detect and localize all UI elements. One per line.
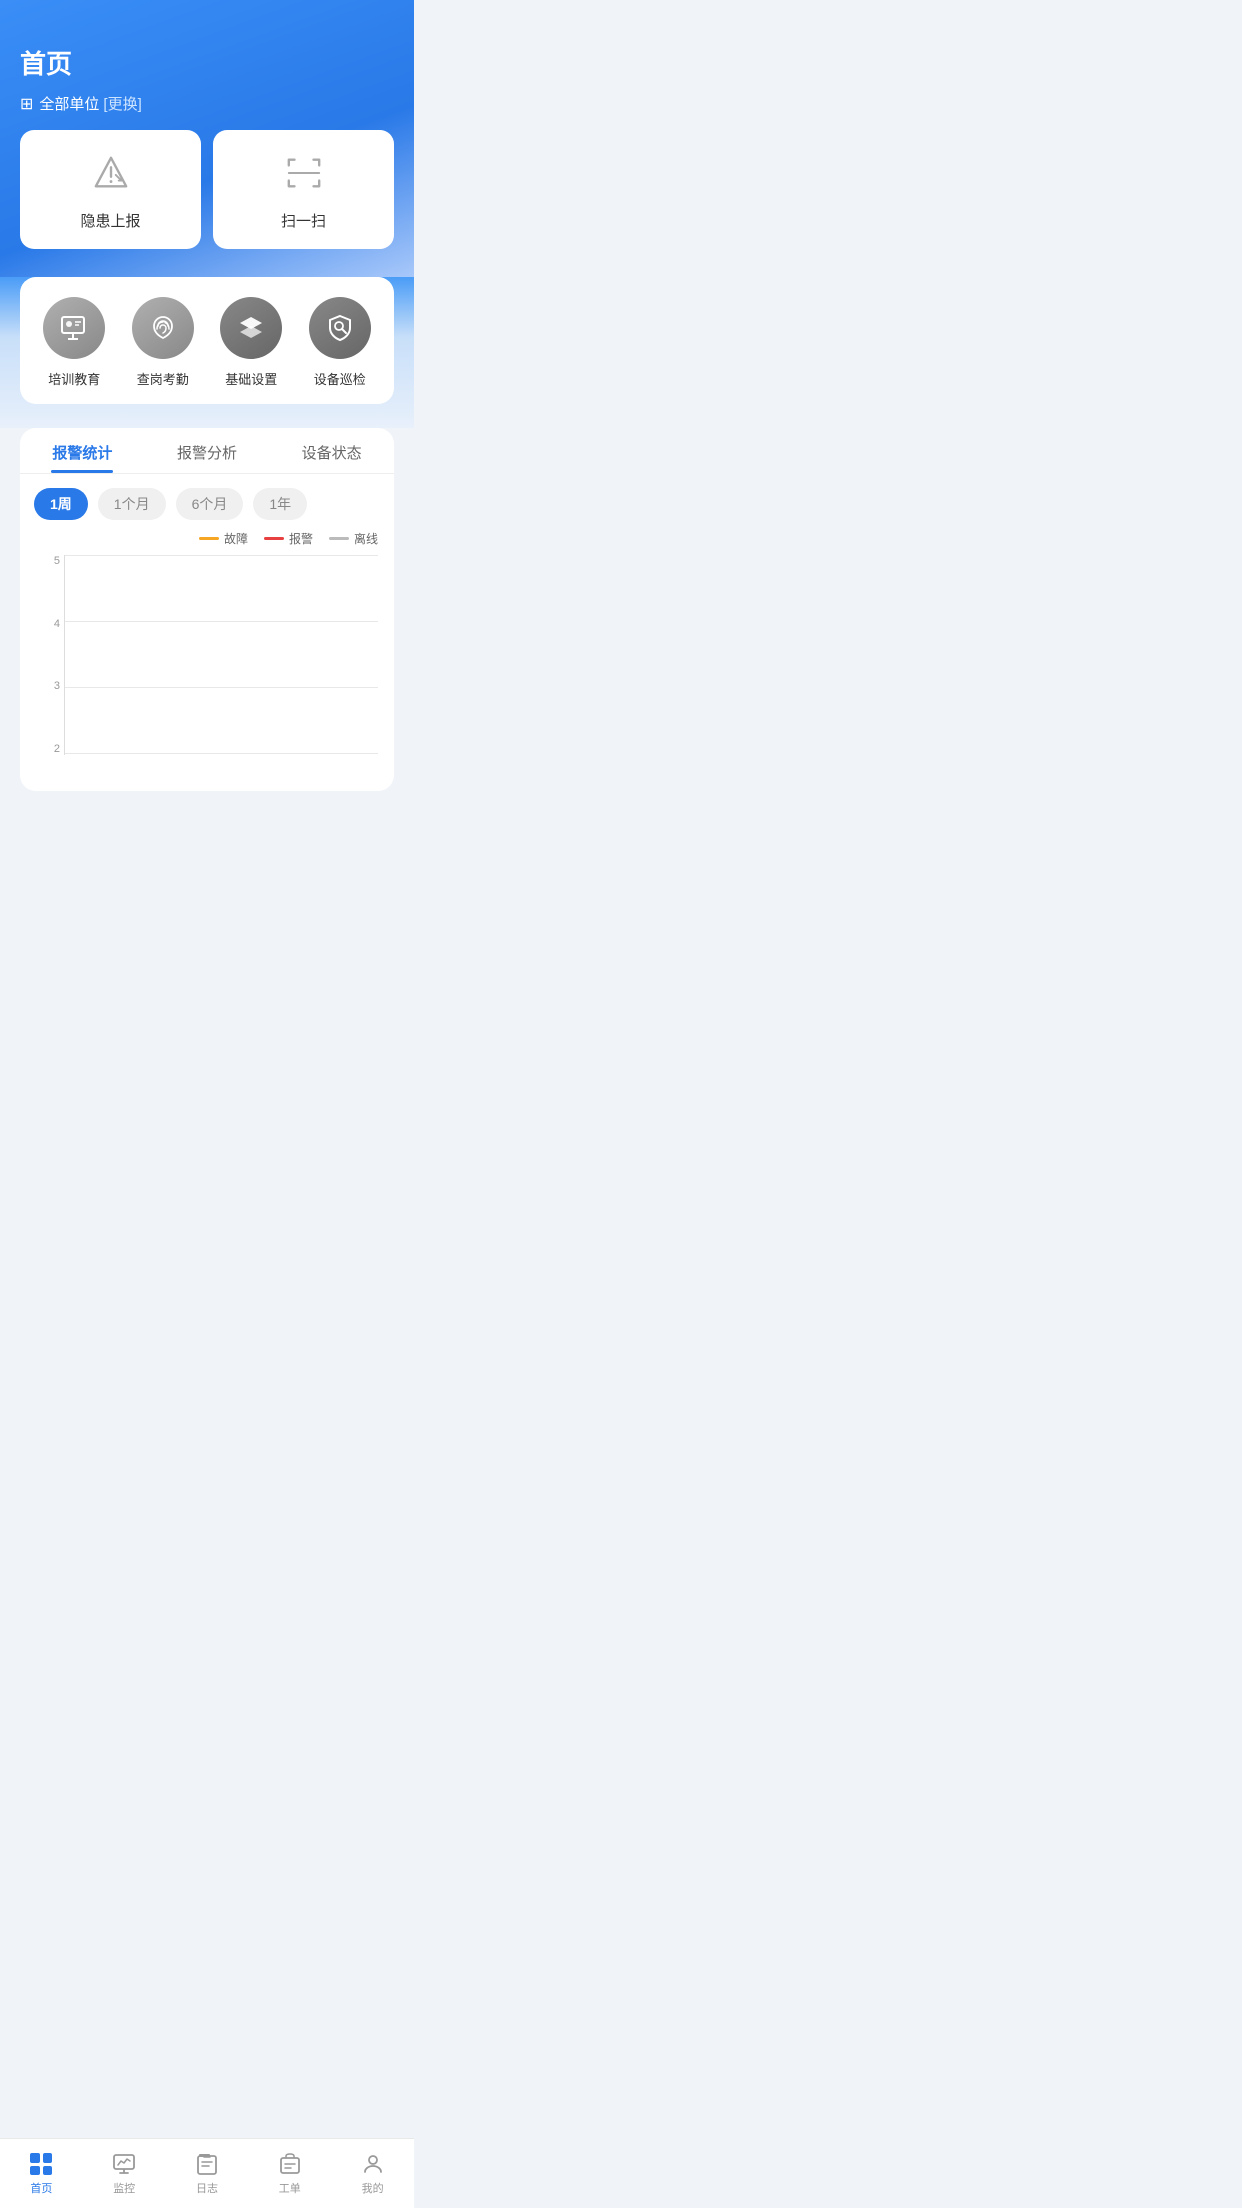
report-card[interactable]: 隐患上报 xyxy=(20,130,201,249)
tab-alarm-stats[interactable]: 报警统计 xyxy=(20,428,145,473)
nav-log[interactable]: 日志 xyxy=(166,2143,249,2204)
chart-container: 5 4 3 2 xyxy=(36,555,378,775)
y-label-3: 3 xyxy=(36,680,60,692)
settings-label: 基础设置 xyxy=(225,369,277,388)
layers-icon-circle xyxy=(220,297,282,359)
training-label: 培训教育 xyxy=(48,369,100,388)
nav-work[interactable]: 工单 xyxy=(248,2143,331,2204)
shield-search-icon-circle xyxy=(309,297,371,359)
scan-label: 扫一扫 xyxy=(281,210,326,231)
y-label-2: 2 xyxy=(36,743,60,755)
tab-device-status[interactable]: 设备状态 xyxy=(269,428,394,473)
mine-icon xyxy=(360,2151,386,2177)
middle-section: 培训教育 查岗考勤 xyxy=(0,277,414,428)
grid-line-5 xyxy=(65,555,378,556)
tab-alarm-analysis[interactable]: 报警分析 xyxy=(145,428,270,473)
chart-svg xyxy=(65,555,378,755)
scan-card[interactable]: 扫一扫 xyxy=(213,130,394,249)
chart-inner xyxy=(64,555,378,755)
scan-icon xyxy=(285,154,323,200)
warning-report-icon xyxy=(92,154,130,200)
y-label-4: 4 xyxy=(36,618,60,630)
legend-fault-label: 故障 xyxy=(224,530,248,547)
legend-offline: 离线 xyxy=(329,530,378,547)
unit-change-button[interactable]: [更换] xyxy=(103,93,141,114)
fingerprint-icon-circle xyxy=(132,297,194,359)
function-grid: 培训教育 查岗考勤 xyxy=(20,277,394,404)
period-1week[interactable]: 1周 xyxy=(34,488,88,520)
page-title: 首页 xyxy=(20,44,394,81)
y-label-5: 5 xyxy=(36,555,60,567)
grid-line-3 xyxy=(65,687,378,688)
function-settings[interactable]: 基础设置 xyxy=(216,297,286,388)
grid-line-4 xyxy=(65,621,378,622)
inspection-label: 设备巡检 xyxy=(314,369,366,388)
nav-home-label: 首页 xyxy=(30,2180,52,2196)
main-content: 报警统计 报警分析 设备状态 1周 1个月 6个月 1年 xyxy=(0,428,414,871)
chart-area: 5 4 3 2 xyxy=(20,555,394,791)
app-container: 首页 ⊞ 全部单位 [更换] 隐患上报 xyxy=(0,0,414,871)
attendance-label: 查岗考勤 xyxy=(137,369,189,388)
legend-fault: 故障 xyxy=(199,530,248,547)
stats-card: 报警统计 报警分析 设备状态 1周 1个月 6个月 1年 xyxy=(20,428,394,791)
nav-mine-label: 我的 xyxy=(362,2180,384,2196)
legend-alarm: 报警 xyxy=(264,530,313,547)
period-1month[interactable]: 1个月 xyxy=(98,488,166,520)
chart-legend: 故障 报警 离线 xyxy=(20,530,394,555)
nav-log-label: 日志 xyxy=(196,2180,218,2196)
legend-fault-line xyxy=(199,537,219,540)
period-1year[interactable]: 1年 xyxy=(253,488,307,520)
action-cards: 隐患上报 扫一扫 xyxy=(20,130,394,249)
training-icon-circle xyxy=(43,297,105,359)
unit-name: 全部单位 xyxy=(39,93,99,114)
function-training[interactable]: 培训教育 xyxy=(39,297,109,388)
nav-mine[interactable]: 我的 xyxy=(331,2143,414,2204)
report-label: 隐患上报 xyxy=(80,210,140,231)
stats-tabs: 报警统计 报警分析 设备状态 xyxy=(20,428,394,474)
monitor-icon xyxy=(111,2151,137,2177)
grid-line-2 xyxy=(65,753,378,754)
unit-icon: ⊞ xyxy=(20,94,33,114)
bottom-nav: 首页 监控 xyxy=(0,2138,414,2208)
nav-monitor[interactable]: 监控 xyxy=(83,2143,166,2204)
function-inspection[interactable]: 设备巡检 xyxy=(305,297,375,388)
legend-alarm-line xyxy=(264,537,284,540)
period-6month[interactable]: 6个月 xyxy=(176,488,244,520)
function-attendance[interactable]: 查岗考勤 xyxy=(128,297,198,388)
header-section: 首页 ⊞ 全部单位 [更换] 隐患上报 xyxy=(0,0,414,277)
nav-home[interactable]: 首页 xyxy=(0,2143,83,2204)
work-icon xyxy=(277,2151,303,2177)
unit-row[interactable]: ⊞ 全部单位 [更换] xyxy=(20,93,394,114)
period-row: 1周 1个月 6个月 1年 xyxy=(20,474,394,530)
nav-work-label: 工单 xyxy=(279,2180,301,2196)
log-icon xyxy=(194,2151,220,2177)
home-icon xyxy=(28,2151,54,2177)
y-axis: 5 4 3 2 xyxy=(36,555,60,755)
nav-monitor-label: 监控 xyxy=(113,2180,135,2196)
legend-offline-label: 离线 xyxy=(354,530,378,547)
legend-alarm-label: 报警 xyxy=(289,530,313,547)
legend-offline-line xyxy=(329,537,349,540)
